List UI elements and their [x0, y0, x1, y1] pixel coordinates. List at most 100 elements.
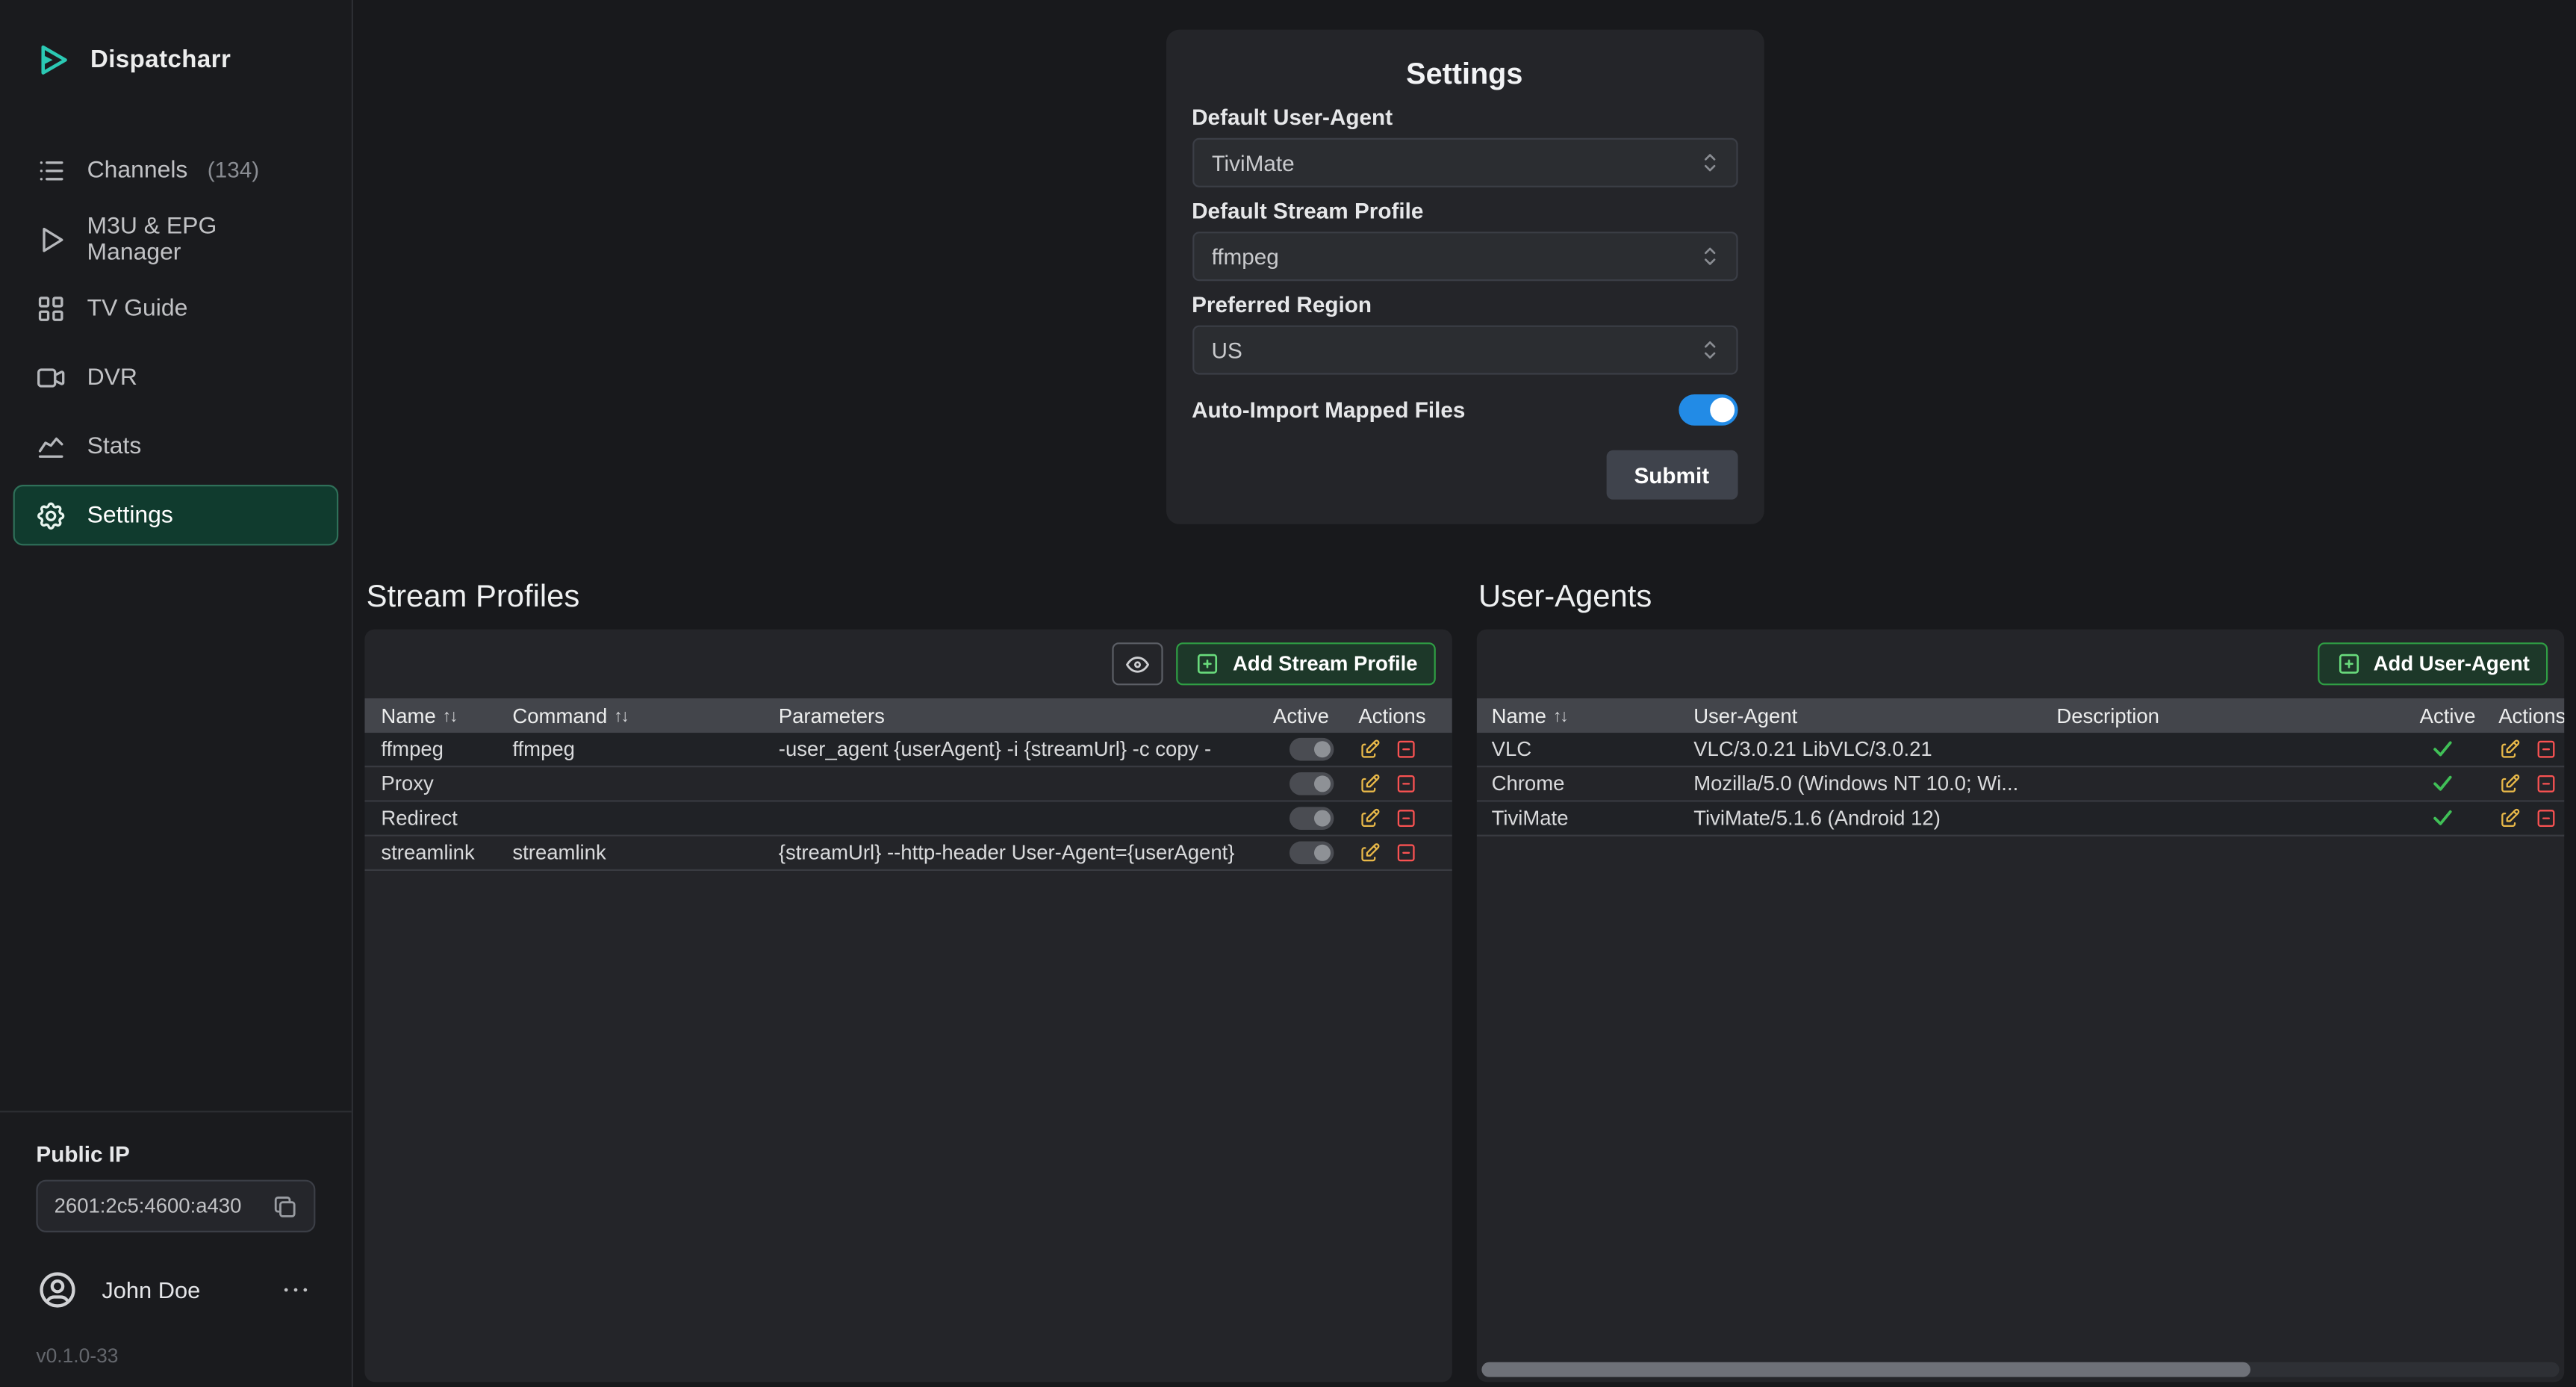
sidebar-item-label: Stats — [87, 433, 142, 459]
edit-icon[interactable] — [2498, 772, 2521, 795]
delete-icon[interactable] — [1395, 738, 1418, 761]
auto-import-label: Auto-Import Mapped Files — [1192, 397, 1465, 422]
grid-icon — [34, 292, 67, 325]
list-icon — [34, 154, 67, 187]
dispatcharr-logo-icon — [33, 40, 74, 81]
sidebar-item-settings[interactable]: Settings — [13, 485, 339, 545]
cell-actions — [2498, 738, 2564, 761]
scrollbar-thumb[interactable] — [1481, 1362, 2250, 1377]
table-row: streamlink streamlink {streamUrl} --http… — [364, 837, 1452, 871]
eye-icon — [1124, 650, 1152, 677]
edit-icon[interactable] — [1358, 738, 1381, 761]
sidebar-item-label: Channels — [87, 157, 188, 183]
chart-line-icon — [34, 429, 67, 462]
selector-icon — [1696, 149, 1723, 176]
sidebar-item-dvr[interactable]: DVR — [13, 347, 339, 407]
cell-name: VLC — [1492, 738, 1694, 761]
edit-icon[interactable] — [1358, 841, 1381, 864]
main-content: Settings Default User-Agent TiviMate Def… — [353, 0, 2576, 1387]
preferred-region-select[interactable]: US — [1192, 326, 1737, 375]
delete-icon[interactable] — [1395, 772, 1418, 795]
user-menu-button[interactable] — [279, 1272, 315, 1308]
add-stream-profile-label: Add Stream Profile — [1233, 652, 1418, 675]
delete-icon[interactable] — [1395, 807, 1418, 830]
sidebar-item-channels[interactable]: Channels (134) — [13, 140, 339, 200]
sidebar-item-label: Settings — [87, 502, 173, 528]
cell-user-agent: TiviMate/5.1.6 (Android 12) — [1693, 807, 2056, 830]
cell-name: ffmpeg — [381, 738, 512, 761]
cell-active — [1273, 841, 1358, 865]
sidebar-item-label: TV Guide — [87, 295, 188, 321]
video-camera-icon — [34, 361, 67, 394]
user-agents-title: User-Agents — [1478, 580, 2564, 616]
user-agents-toolbar: Add User-Agent — [1477, 630, 2564, 698]
settings-card-title: Settings — [1192, 58, 1737, 92]
app-logo: Dispatcharr — [0, 0, 352, 117]
table-row: Redirect — [364, 802, 1452, 837]
edit-icon[interactable] — [2498, 738, 2521, 761]
cell-name: streamlink — [381, 841, 512, 864]
sidebar-divider — [0, 1111, 352, 1112]
add-stream-profile-button[interactable]: Add Stream Profile — [1177, 642, 1436, 685]
public-ip-value: 2601:2c5:4600:a430 — [55, 1194, 257, 1217]
cell-actions — [2498, 807, 2564, 830]
selected-value: TiviMate — [1212, 150, 1696, 175]
cell-actions — [1358, 807, 1452, 830]
table-row: ffmpeg ffmpeg -user_agent {userAgent} -i… — [364, 733, 1452, 767]
column-header-command[interactable]: Command ↑↓ — [512, 704, 778, 727]
sidebar-item-label: M3U & EPG Manager — [87, 213, 317, 265]
sort-icon: ↑↓ — [443, 706, 457, 725]
copy-icon — [270, 1192, 298, 1220]
stream-profiles-section: Stream Profiles Add Stream Profile — [364, 580, 1452, 1383]
submit-button[interactable]: Submit — [1606, 450, 1737, 500]
sidebar-item-stats[interactable]: Stats — [13, 416, 339, 477]
plus-square-icon — [2336, 651, 2362, 677]
submit-row: Submit — [1192, 450, 1737, 500]
default-user-agent-select[interactable]: TiviMate — [1192, 138, 1737, 187]
edit-icon[interactable] — [1358, 807, 1381, 830]
cell-name: Redirect — [381, 807, 512, 830]
edit-icon[interactable] — [2498, 807, 2521, 830]
active-toggle[interactable] — [1289, 773, 1334, 796]
edit-icon[interactable] — [1358, 772, 1381, 795]
public-ip-field: 2601:2c5:4600:a430 — [36, 1180, 315, 1232]
sort-icon: ↑↓ — [614, 706, 628, 725]
horizontal-scrollbar[interactable] — [1481, 1362, 2559, 1377]
user-agents-section: User-Agents Add User-Agent Name ↑↓ — [1477, 580, 2564, 1383]
cell-name: TiviMate — [1492, 807, 1694, 830]
check-icon — [2430, 805, 2456, 831]
cell-actions — [2498, 772, 2564, 795]
sidebar-item-m3u-epg-manager[interactable]: M3U & EPG Manager — [13, 208, 339, 269]
column-header-name[interactable]: Name ↑↓ — [381, 704, 512, 727]
table-row: Proxy — [364, 767, 1452, 801]
column-header-name[interactable]: Name ↑↓ — [1492, 704, 1694, 727]
channels-count: (134) — [208, 158, 259, 182]
public-ip-label: Public IP — [0, 1142, 352, 1167]
active-toggle[interactable] — [1289, 842, 1334, 865]
app-version: v0.1.0-33 — [0, 1312, 352, 1368]
stream-profiles-panel: Add Stream Profile Name ↑↓ Command ↑↓ — [364, 630, 1452, 1383]
cell-active — [1273, 772, 1358, 795]
delete-icon[interactable] — [2535, 772, 2558, 795]
delete-icon[interactable] — [2535, 807, 2558, 830]
visibility-button[interactable] — [1113, 642, 1163, 685]
active-toggle[interactable] — [1289, 807, 1334, 831]
sidebar-item-tv-guide[interactable]: TV Guide — [13, 278, 339, 338]
preferred-region-label: Preferred Region — [1192, 293, 1737, 317]
default-user-agent-label: Default User-Agent — [1192, 105, 1737, 130]
active-toggle[interactable] — [1289, 739, 1334, 762]
delete-icon[interactable] — [2535, 738, 2558, 761]
sort-icon: ↑↓ — [1553, 706, 1567, 725]
copy-ip-button[interactable] — [266, 1188, 302, 1224]
add-user-agent-button[interactable]: Add User-Agent — [2318, 642, 2548, 685]
default-stream-profile-select[interactable]: ffmpeg — [1192, 232, 1737, 281]
avatar — [36, 1268, 78, 1311]
sidebar-nav: Channels (134) M3U & EPG Manager TV Guid… — [0, 117, 352, 545]
play-icon — [34, 223, 67, 255]
delete-icon[interactable] — [1395, 841, 1418, 864]
auto-import-toggle[interactable] — [1678, 394, 1737, 426]
cell-command: ffmpeg — [512, 738, 778, 761]
app-window: Dispatcharr Channels (134) M3U & EPG Man… — [0, 0, 2576, 1387]
column-header-parameters: Parameters — [779, 704, 1273, 727]
cell-name: Proxy — [381, 772, 512, 795]
